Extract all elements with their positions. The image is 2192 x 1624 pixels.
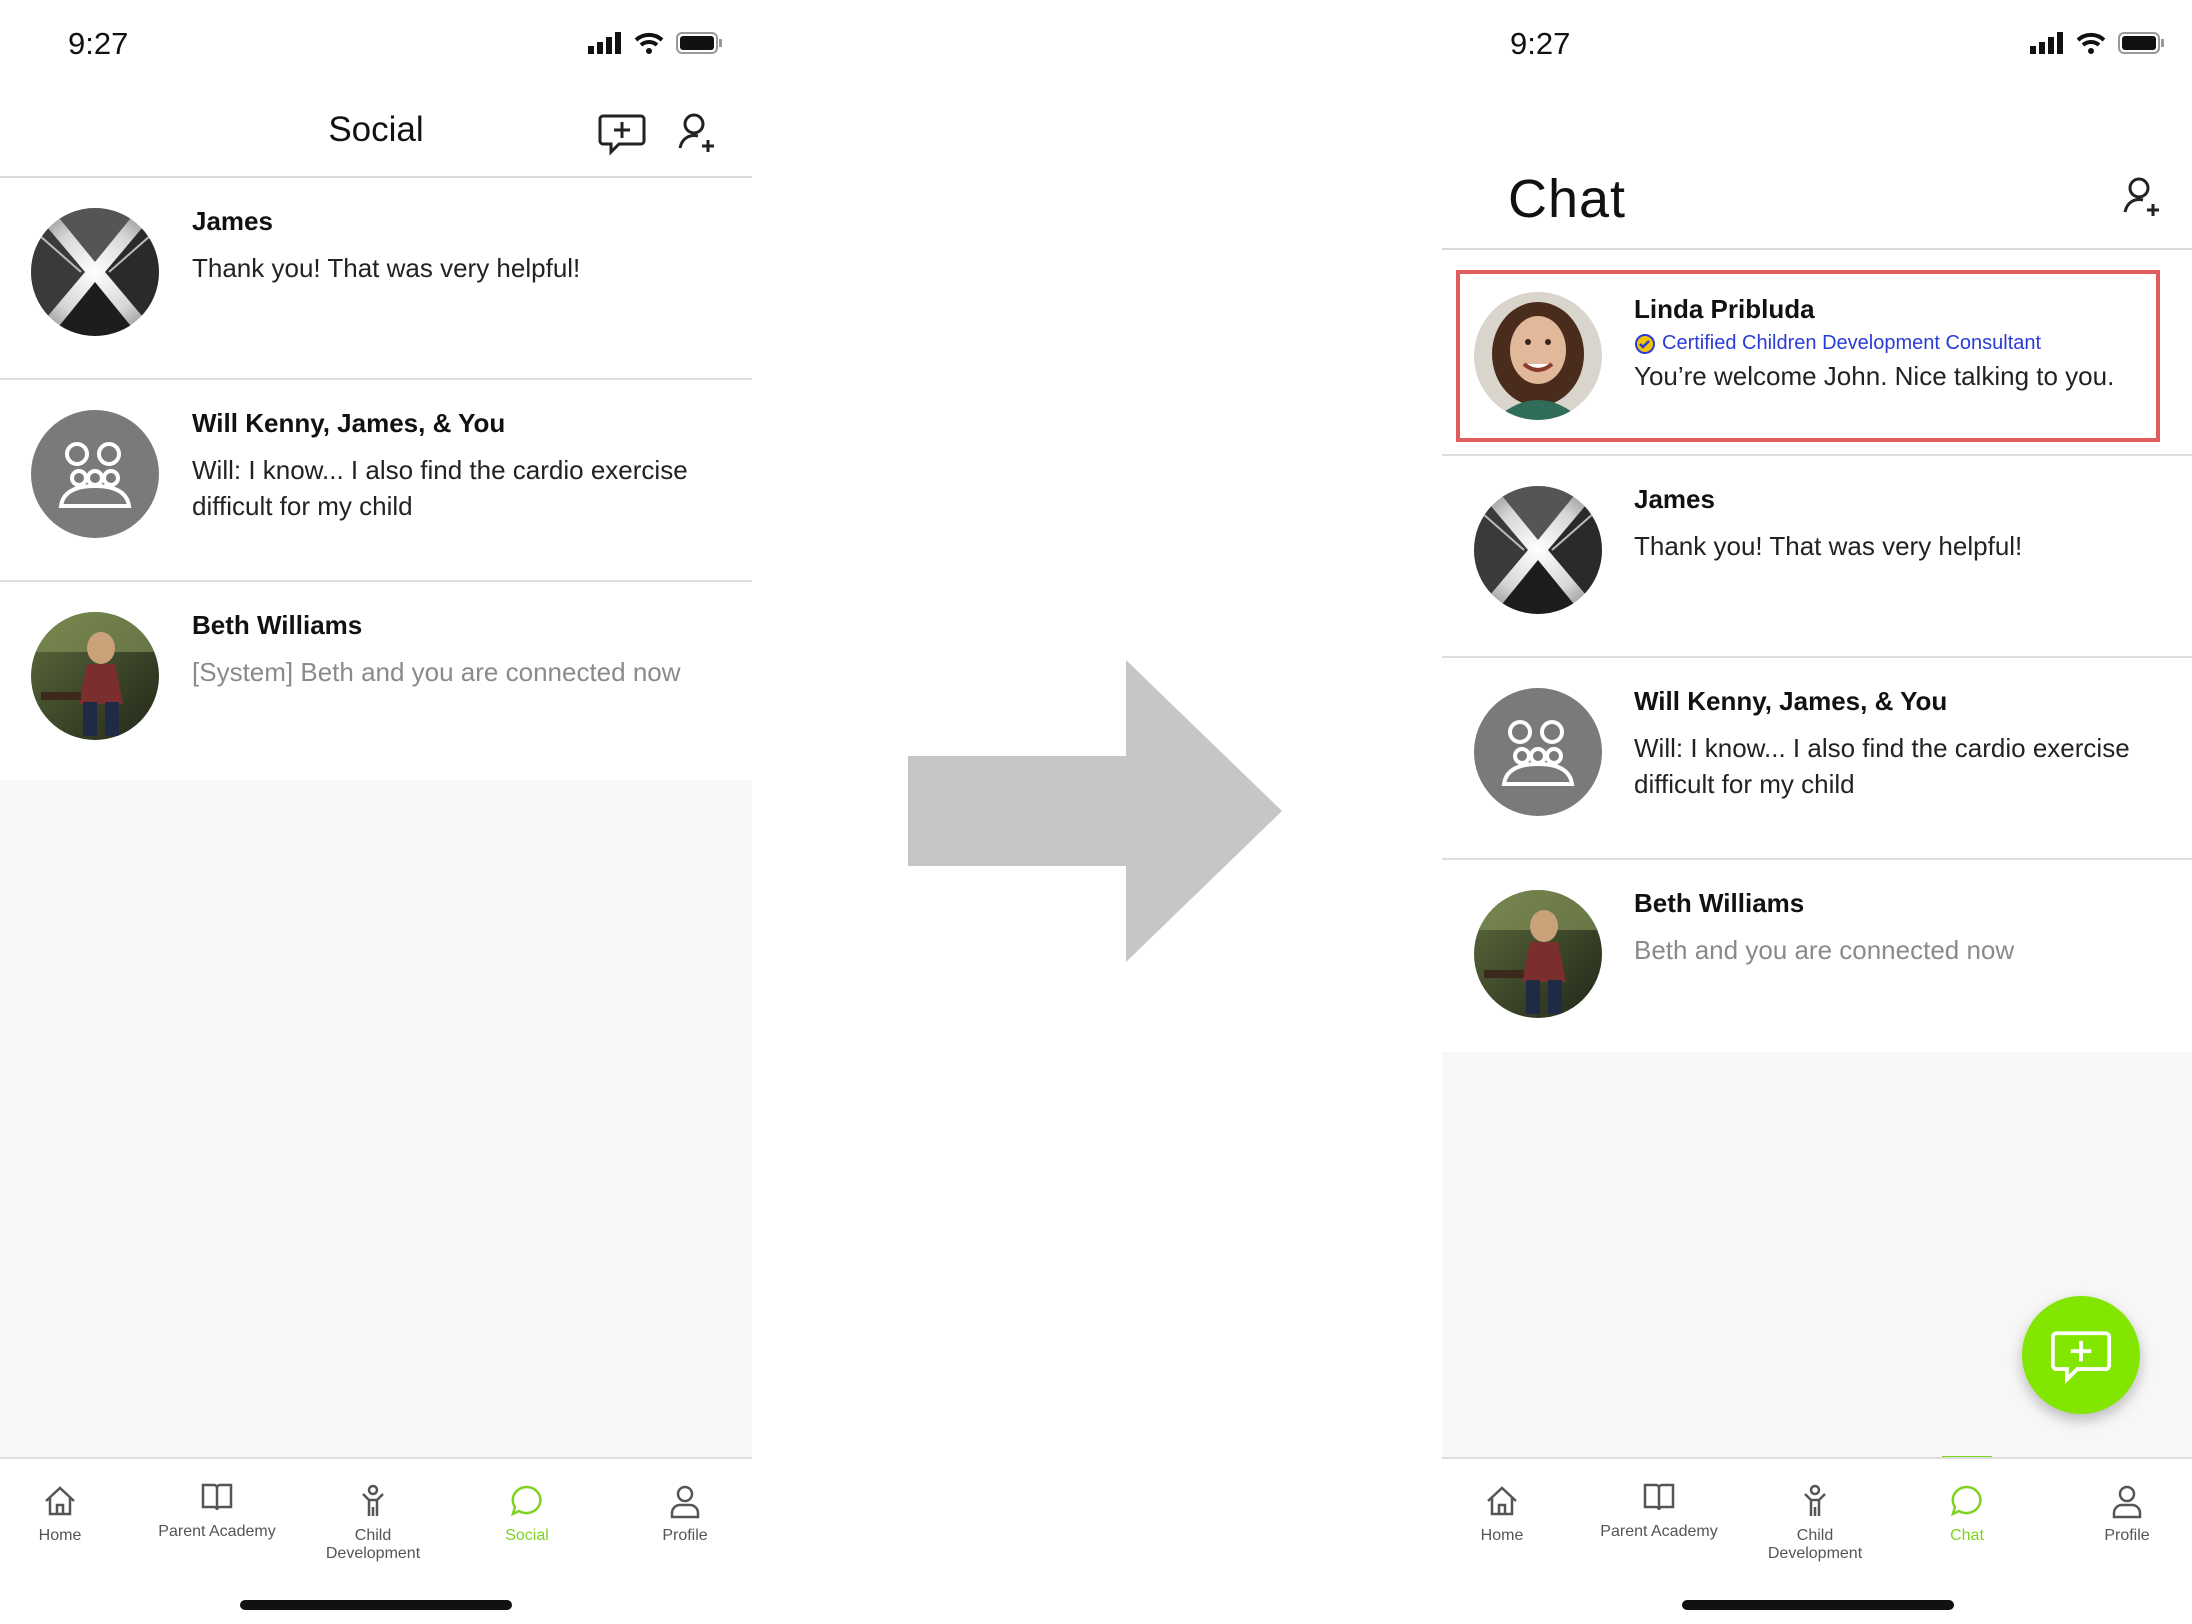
empty-area bbox=[0, 780, 752, 1457]
tab-label: Home bbox=[1480, 1527, 1524, 1544]
avatar bbox=[31, 410, 159, 538]
tab-label: Profile bbox=[662, 1527, 708, 1544]
group-chat-icon bbox=[58, 442, 132, 508]
nav-bar: Social bbox=[0, 90, 752, 178]
last-message: Will: I know... I also find the cardio e… bbox=[192, 455, 688, 521]
chat-screen: 9:27 Chat Linda Pribluda Certified Child… bbox=[1442, 0, 2192, 1624]
contact-name: Linda Pribluda bbox=[1634, 294, 1815, 324]
woman-in-park-photo bbox=[31, 612, 159, 740]
avatar bbox=[1474, 890, 1602, 1018]
tab-label: Parent Academy bbox=[1600, 1523, 1718, 1540]
battery-icon bbox=[2118, 32, 2164, 54]
wifi-icon bbox=[634, 32, 664, 54]
avatar bbox=[1474, 292, 1602, 420]
contact-name: Beth Williams bbox=[1634, 888, 1805, 918]
avatar bbox=[1474, 486, 1602, 614]
credential-badge: Certified Children Development Consultan… bbox=[1634, 332, 2041, 355]
status-bar: 9:27 bbox=[0, 0, 752, 90]
status-time: 9:27 bbox=[1510, 26, 1571, 61]
tab-child-development[interactable]: Child Development bbox=[313, 1481, 433, 1563]
contact-name: Beth Williams bbox=[192, 610, 363, 640]
add-contact-icon[interactable] bbox=[2117, 172, 2167, 222]
wifi-icon bbox=[2076, 32, 2106, 54]
chat-header: Chat bbox=[1442, 160, 2192, 250]
status-time: 9:27 bbox=[68, 26, 129, 61]
signal-icon bbox=[2030, 32, 2063, 54]
chat-bubble-icon bbox=[1951, 1485, 1982, 1517]
new-message-icon bbox=[2050, 1331, 2112, 1384]
tab-profile[interactable]: Profile bbox=[2067, 1481, 2187, 1545]
home-icon bbox=[1487, 1486, 1517, 1516]
transition-arrow bbox=[908, 660, 1282, 962]
home-indicator bbox=[240, 1600, 512, 1610]
list-item[interactable]: Will Kenny, James, & You Will: I know...… bbox=[1442, 658, 2192, 860]
conversation-list: Linda Pribluda Certified Children Develo… bbox=[1442, 258, 2192, 1060]
contact-name: Will Kenny, James, & You bbox=[192, 408, 506, 438]
contact-name: James bbox=[1634, 484, 1715, 514]
conversation-list: James Thank you! That was very helpful! … bbox=[0, 178, 752, 784]
list-item[interactable]: Linda Pribluda Certified Children Develo… bbox=[1442, 258, 2192, 456]
status-bar: 9:27 bbox=[1442, 0, 2192, 90]
avatar bbox=[31, 208, 159, 336]
woman-in-park-photo bbox=[1474, 890, 1602, 1018]
last-message: Thank you! That was very helpful! bbox=[1634, 531, 2023, 561]
tab-home[interactable]: Home bbox=[1442, 1481, 1562, 1545]
skyscraper-photo bbox=[31, 208, 159, 336]
contact-name: Will Kenny, James, & You bbox=[1634, 686, 1948, 716]
tab-parent-academy[interactable]: Parent Academy bbox=[157, 1477, 277, 1541]
skyscraper-photo bbox=[1474, 486, 1602, 614]
book-icon bbox=[201, 1483, 233, 1511]
status-icons bbox=[2030, 32, 2164, 54]
avatar bbox=[31, 612, 159, 740]
system-message: [System] Beth and you are connected now bbox=[192, 657, 681, 687]
verified-icon bbox=[1635, 333, 1655, 354]
tab-label: Child Development bbox=[1767, 1527, 1863, 1562]
tab-label: Chat bbox=[1950, 1527, 1984, 1544]
tab-home[interactable]: Home bbox=[0, 1481, 120, 1545]
tab-bar: Home Parent Academy Child Development So… bbox=[0, 1457, 752, 1624]
add-contact-icon[interactable] bbox=[672, 108, 722, 158]
smiling-woman-photo bbox=[1474, 292, 1602, 420]
new-message-icon[interactable] bbox=[597, 108, 647, 158]
page-title: Chat bbox=[1508, 169, 1627, 229]
tab-label: Parent Academy bbox=[158, 1523, 276, 1540]
child-icon bbox=[1804, 1484, 1826, 1516]
battery-icon bbox=[676, 32, 722, 54]
list-item[interactable]: James Thank you! That was very helpful! bbox=[1442, 456, 2192, 658]
avatar bbox=[1474, 688, 1602, 816]
group-chat-icon bbox=[1501, 720, 1575, 786]
list-item[interactable]: Beth Williams [System] Beth and you are … bbox=[0, 582, 752, 784]
tab-parent-academy[interactable]: Parent Academy bbox=[1599, 1477, 1719, 1541]
last-message: Thank you! That was very helpful! bbox=[192, 253, 581, 283]
system-message: Beth and you are connected now bbox=[1634, 935, 2015, 965]
new-chat-button[interactable] bbox=[2022, 1296, 2140, 1414]
tab-label: Profile bbox=[2104, 1527, 2150, 1544]
last-message: Will: I know... I also find the cardio e… bbox=[1634, 733, 2130, 799]
last-message: You’re welcome John. Nice talking to you… bbox=[1634, 361, 2115, 391]
social-screen: 9:27 Social James Thank you! That was ve… bbox=[0, 0, 752, 1624]
tab-chat[interactable]: Chat bbox=[1907, 1481, 2027, 1545]
list-item[interactable]: Will Kenny, James, & You Will: I know...… bbox=[0, 380, 752, 582]
person-icon bbox=[2112, 1485, 2142, 1519]
signal-icon bbox=[588, 32, 621, 54]
chat-bubble-icon bbox=[511, 1485, 542, 1517]
list-item[interactable]: Beth Williams Beth and you are connected… bbox=[1442, 860, 2192, 1060]
contact-name: James bbox=[192, 206, 273, 236]
book-icon bbox=[1643, 1483, 1675, 1511]
tab-bar: Home Parent Academy Child Development Ch… bbox=[1442, 1457, 2192, 1624]
status-icons bbox=[588, 32, 722, 54]
child-icon bbox=[362, 1484, 384, 1516]
home-indicator bbox=[1682, 1600, 1954, 1610]
tab-label: Child Development bbox=[325, 1527, 421, 1562]
person-icon bbox=[670, 1485, 700, 1519]
tab-profile[interactable]: Profile bbox=[625, 1481, 745, 1545]
tab-social[interactable]: Social bbox=[467, 1481, 587, 1545]
home-icon bbox=[45, 1486, 75, 1516]
tab-child-development[interactable]: Child Development bbox=[1755, 1481, 1875, 1563]
credential-text: Certified Children Development Consultan… bbox=[1662, 332, 2042, 354]
tab-label: Home bbox=[38, 1527, 82, 1544]
tab-label: Social bbox=[505, 1527, 549, 1544]
list-item[interactable]: James Thank you! That was very helpful! bbox=[0, 178, 752, 380]
